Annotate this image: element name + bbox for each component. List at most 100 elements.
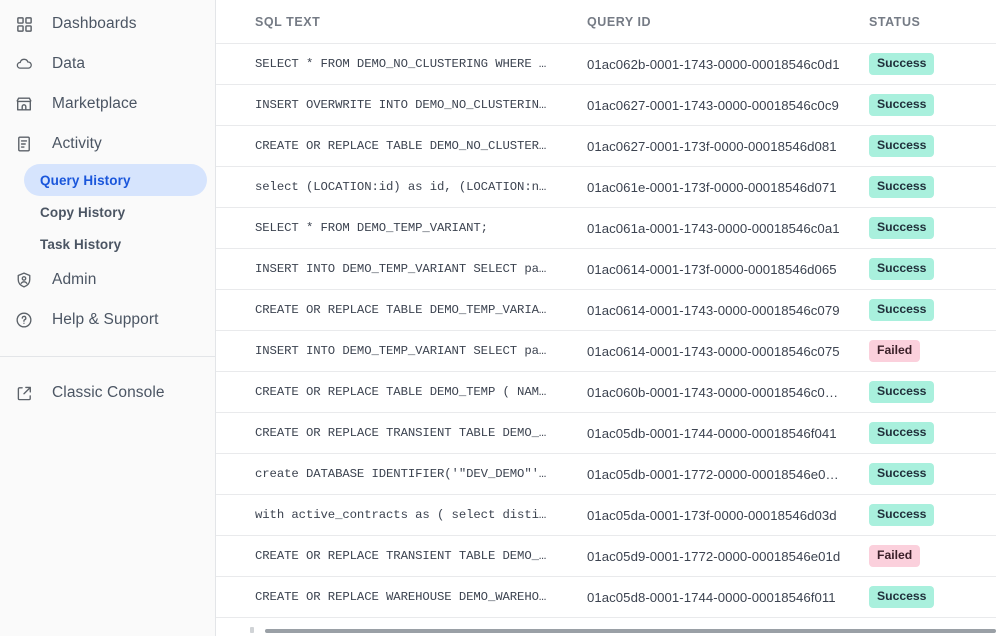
cell-sql-text[interactable]: CREATE OR REPLACE TABLE DEMO_NO_CLUSTER… [255,139,587,153]
status-badge: Success [869,422,934,443]
status-badge: Success [869,176,934,197]
status-badge: Success [869,381,934,402]
cell-query-id[interactable]: 01ac0614-0001-1743-0000-00018546c079 [587,303,869,318]
sidebar-item-query-history[interactable]: Query History [24,164,207,196]
cell-sql-text[interactable]: CREATE OR REPLACE TABLE DEMO_TEMP ( NAM… [255,385,587,399]
sidebar-subitem-label: Task History [40,237,121,252]
cell-sql-text[interactable]: INSERT OVERWRITE INTO DEMO_NO_CLUSTERIN… [255,98,587,112]
table-row[interactable]: SELECT * FROM DEMO_NO_CLUSTERING WHERE …… [216,44,996,85]
sidebar-item-help-and-support[interactable]: Help & Support [0,300,215,340]
sidebar-item-classic-console[interactable]: Classic Console [0,373,215,413]
sidebar-subitem-label: Query History [40,173,131,188]
cell-sql-text[interactable]: select (LOCATION:id) as id, (LOCATION:n… [255,180,587,194]
sidebar-item-label: Dashboards [52,15,137,33]
sidebar-item-marketplace[interactable]: Marketplace [0,84,215,124]
column-header-query-id[interactable]: QUERY ID [587,15,869,29]
document-list-icon [12,132,36,156]
table-row[interactable]: SELECT * FROM DEMO_TEMP_VARIANT;01ac061a… [216,208,996,249]
table-row[interactable]: CREATE OR REPLACE TRANSIENT TABLE DEMO_…… [216,536,996,577]
cell-sql-text[interactable]: SELECT * FROM DEMO_NO_CLUSTERING WHERE … [255,57,587,71]
sidebar-item-label: Data [52,55,85,73]
scrollbar-left-marker [250,627,254,633]
status-badge: Success [869,258,934,279]
column-header-sql-text[interactable]: SQL TEXT [255,15,587,29]
cell-status: Success [869,504,989,525]
table-row[interactable]: CREATE OR REPLACE TABLE DEMO_TEMP_VARIA…… [216,290,996,331]
table-row[interactable]: select (LOCATION:id) as id, (LOCATION:n…… [216,167,996,208]
cell-sql-text[interactable]: CREATE OR REPLACE TRANSIENT TABLE DEMO_… [255,426,587,440]
sidebar-subitem-label: Copy History [40,205,125,220]
cell-sql-text[interactable]: INSERT INTO DEMO_TEMP_VARIANT SELECT pa… [255,344,587,358]
cell-status: Success [869,422,989,443]
horizontal-scrollbar[interactable] [216,625,996,636]
cell-query-id[interactable]: 01ac0627-0001-173f-0000-00018546d081 [587,139,869,154]
cell-query-id[interactable]: 01ac0614-0001-173f-0000-00018546d065 [587,262,869,277]
cell-status: Failed [869,545,989,566]
status-badge: Success [869,504,934,525]
sidebar-divider [0,356,215,357]
store-icon [12,92,36,116]
cell-status: Success [869,94,989,115]
cell-status: Failed [869,340,989,361]
cell-sql-text[interactable]: create DATABASE IDENTIFIER('"DEV_DEMO"'… [255,467,587,481]
cell-sql-text[interactable]: INSERT INTO DEMO_TEMP_VARIANT SELECT pa… [255,262,587,276]
cell-status: Success [869,217,989,238]
query-history-page: Dashboards Data Marketplace [0,0,996,636]
cell-status: Success [869,258,989,279]
sidebar-item-task-history[interactable]: Task History [24,228,207,260]
table-body: SELECT * FROM DEMO_NO_CLUSTERING WHERE …… [216,44,996,618]
cell-query-id[interactable]: 01ac05db-0001-1744-0000-00018546f041 [587,426,869,441]
cell-query-id[interactable]: 01ac05da-0001-173f-0000-00018546d03d [587,508,869,523]
status-badge: Success [869,217,934,238]
grid-icon [12,12,36,36]
scrollbar-thumb[interactable] [265,629,996,633]
table-row[interactable]: INSERT INTO DEMO_TEMP_VARIANT SELECT pa…… [216,249,996,290]
sidebar-item-data[interactable]: Data [0,44,215,84]
table-row[interactable]: CREATE OR REPLACE TABLE DEMO_TEMP ( NAM…… [216,372,996,413]
status-badge: Success [869,299,934,320]
sidebar-item-label: Classic Console [52,384,165,402]
cell-query-id[interactable]: 01ac0614-0001-1743-0000-00018546c075 [587,344,869,359]
cell-query-id[interactable]: 01ac05d9-0001-1772-0000-00018546e01d [587,549,869,564]
table-row[interactable]: INSERT INTO DEMO_TEMP_VARIANT SELECT pa…… [216,331,996,372]
cell-sql-text[interactable]: with active_contracts as ( select disti… [255,508,587,522]
cell-status: Success [869,586,989,607]
table-row[interactable]: CREATE OR REPLACE WAREHOUSE DEMO_WAREHO…… [216,577,996,618]
cell-query-id[interactable]: 01ac05db-0001-1772-0000-00018546e0… [587,467,869,482]
table-row[interactable]: with active_contracts as ( select disti…… [216,495,996,536]
table-row[interactable]: create DATABASE IDENTIFIER('"DEV_DEMO"'…… [216,454,996,495]
cell-status: Success [869,381,989,402]
cell-query-id[interactable]: 01ac0627-0001-1743-0000-00018546c0c9 [587,98,869,113]
cell-query-id[interactable]: 01ac061e-0001-173f-0000-00018546d071 [587,180,869,195]
cell-sql-text[interactable]: CREATE OR REPLACE TRANSIENT TABLE DEMO_… [255,549,587,563]
cell-query-id[interactable]: 01ac05d8-0001-1744-0000-00018546f011 [587,590,869,605]
column-header-status[interactable]: STATUS [869,15,989,29]
cell-sql-text[interactable]: SELECT * FROM DEMO_TEMP_VARIANT; [255,221,587,235]
cell-query-id[interactable]: 01ac062b-0001-1743-0000-00018546c0d1 [587,57,869,72]
table-row[interactable]: CREATE OR REPLACE TABLE DEMO_NO_CLUSTER…… [216,126,996,167]
status-badge: Failed [869,340,920,361]
sidebar-item-label: Marketplace [52,95,138,113]
sidebar-item-admin[interactable]: Admin [0,260,215,300]
cell-status: Success [869,135,989,156]
shield-person-icon [12,268,36,292]
cell-query-id[interactable]: 01ac060b-0001-1743-0000-00018546c0… [587,385,869,400]
table-row[interactable]: INSERT OVERWRITE INTO DEMO_NO_CLUSTERIN…… [216,85,996,126]
sidebar-item-label: Activity [52,135,102,153]
sidebar-item-label: Admin [52,271,96,289]
query-history-table: SQL TEXT QUERY ID STATUS SELECT * FROM D… [216,0,996,618]
status-badge: Success [869,135,934,156]
table-row[interactable]: CREATE OR REPLACE TRANSIENT TABLE DEMO_…… [216,413,996,454]
sidebar-item-copy-history[interactable]: Copy History [24,196,207,228]
sidebar-item-dashboards[interactable]: Dashboards [0,4,215,44]
question-circle-icon [12,308,36,332]
status-badge: Success [869,463,934,484]
sidebar-item-activity[interactable]: Activity [0,124,215,164]
cell-query-id[interactable]: 01ac061a-0001-1743-0000-00018546c0a1 [587,221,869,236]
cell-sql-text[interactable]: CREATE OR REPLACE TABLE DEMO_TEMP_VARIA… [255,303,587,317]
status-badge: Failed [869,545,920,566]
sidebar-item-label: Help & Support [52,311,159,329]
cloud-icon [12,52,36,76]
query-history-table-panel: SQL TEXT QUERY ID STATUS SELECT * FROM D… [216,0,996,636]
cell-sql-text[interactable]: CREATE OR REPLACE WAREHOUSE DEMO_WAREHO… [255,590,587,604]
